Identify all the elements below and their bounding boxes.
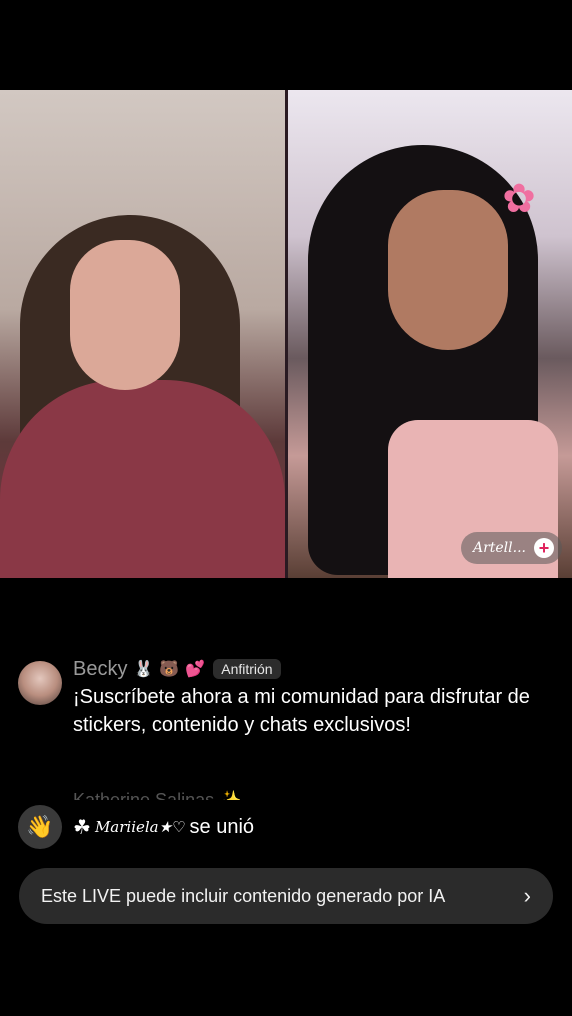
guest-name: Artell... [472, 540, 526, 556]
faded-comment-username: Katherine Salinas ✨ [73, 790, 242, 800]
chevron-right-icon: › [523, 883, 531, 908]
host-role-badge: Anfitrión [213, 659, 281, 679]
comment-body: Becky 🐰 🐻 💕 Anfitrión ¡Suscríbete ahora … [73, 657, 543, 739]
avatar[interactable] [18, 661, 62, 705]
clover-icon: ☘ [73, 816, 91, 839]
flower-icon: ✿ [502, 177, 536, 221]
ai-content-banner[interactable]: Este LIVE puede incluir contenido genera… [19, 868, 553, 924]
bear-emoji-icon: 🐻 [159, 661, 180, 678]
comment-item: Becky 🐰 🐻 💕 Anfitrión ¡Suscríbete ahora … [18, 657, 558, 739]
follow-plus-icon[interactable]: + [534, 538, 554, 558]
join-notification: 👋 ☘ Mariiela★♡ se unió [18, 805, 254, 849]
host-face-shape [70, 240, 180, 390]
join-action: se unió [189, 815, 255, 838]
live-video-split: ✿ Artell... + [0, 90, 572, 578]
joined-username[interactable]: Mariiela★♡ [95, 818, 186, 836]
host-body-shape [0, 380, 285, 578]
guest-video[interactable]: ✿ Artell... + [288, 90, 572, 578]
wave-icon: 👋 [18, 805, 62, 849]
comment-username[interactable]: Becky [73, 658, 127, 681]
ai-banner-text: Este LIVE puede incluir contenido genera… [41, 885, 446, 906]
comment-message: ¡Suscríbete ahora a mi comunidad para di… [73, 686, 530, 736]
comment-header: Becky 🐰 🐻 💕 Anfitrión [73, 657, 543, 681]
join-text: ☘ Mariiela★♡ se unió [73, 815, 254, 840]
host-video[interactable] [0, 90, 285, 578]
guest-name-tag[interactable]: Artell... + [460, 532, 562, 564]
bunny-emoji-icon: 🐰 [133, 661, 154, 678]
guest-face-shape [388, 190, 508, 350]
hearts-emoji-icon: 💕 [185, 661, 206, 678]
